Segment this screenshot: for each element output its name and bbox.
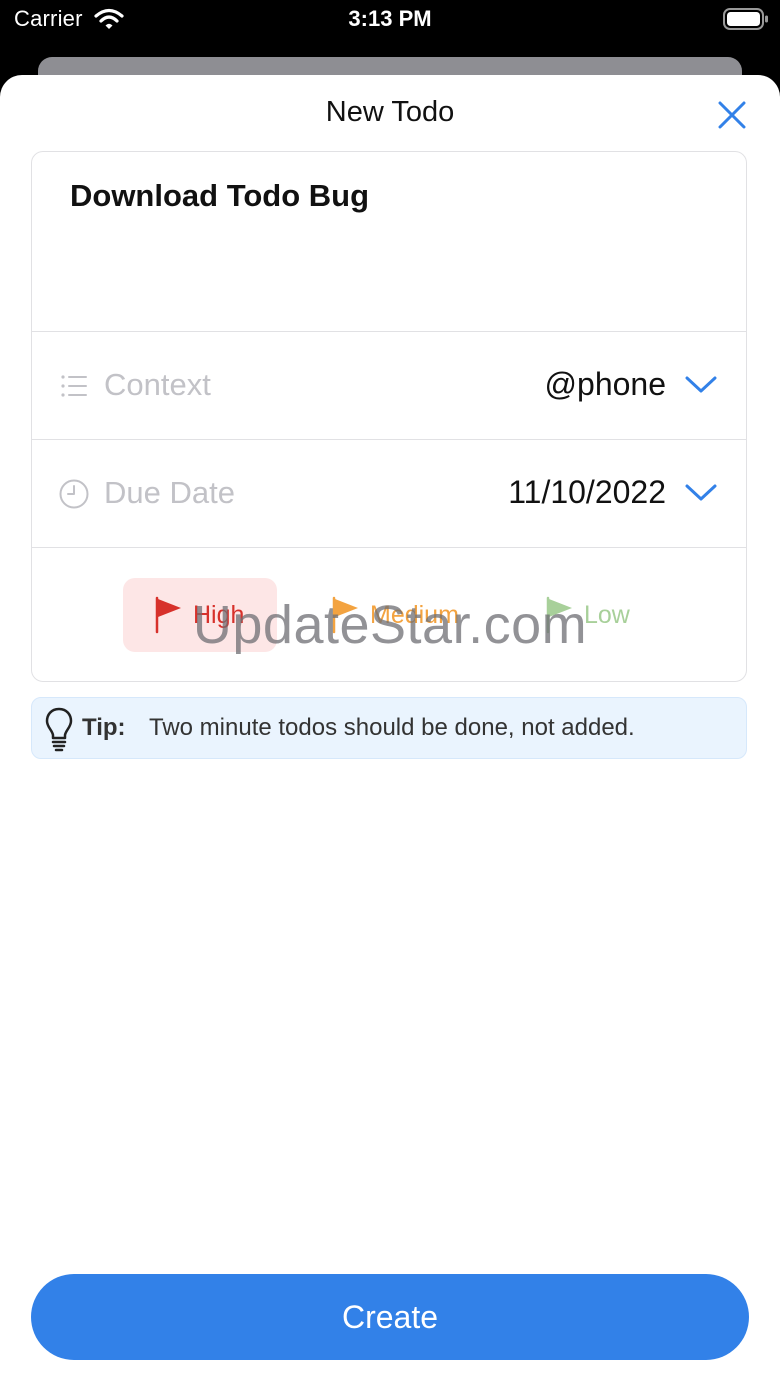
- clock: 3:13 PM: [348, 6, 432, 31]
- due-date-label: Due Date: [104, 475, 235, 510]
- due-date-row[interactable]: Due Date 11/10/2022: [32, 440, 746, 548]
- priority-low-label: Low: [584, 600, 630, 629]
- flag-icon: [546, 596, 572, 634]
- due-date-value: 11/10/2022: [508, 474, 666, 510]
- list-icon: [61, 375, 87, 397]
- chevron-down-icon: [685, 376, 717, 393]
- todo-title-field[interactable]: Download Todo Bug: [32, 152, 746, 332]
- context-row[interactable]: Context @phone: [32, 332, 746, 440]
- priority-high-button[interactable]: High: [123, 578, 277, 652]
- todo-title-text: Download Todo Bug: [70, 178, 370, 213]
- status-bar: Carrier 3:13 PM: [0, 0, 780, 56]
- priority-medium-label: Medium: [370, 600, 459, 629]
- priority-low-button[interactable]: Low: [514, 578, 644, 652]
- tip-banner: Tip: Two minute todos should be done, no…: [31, 697, 747, 759]
- flag-icon: [332, 596, 358, 634]
- priority-medium-button[interactable]: Medium: [300, 578, 472, 652]
- flag-icon: [155, 596, 181, 634]
- tip-label: Tip:: [82, 714, 126, 741]
- battery-icon: [723, 8, 768, 30]
- lightbulb-icon: [45, 707, 73, 752]
- priority-high-label: High: [193, 600, 245, 629]
- context-label: Context: [104, 367, 211, 402]
- chevron-down-icon: [685, 484, 717, 501]
- tip-text: Two minute todos should be done, not add…: [149, 714, 635, 741]
- close-button[interactable]: [712, 97, 752, 133]
- clock-icon: [59, 479, 89, 509]
- context-value: @phone: [544, 366, 666, 402]
- close-icon: [718, 101, 746, 129]
- create-button[interactable]: Create: [31, 1274, 749, 1360]
- todo-form: Download Todo Bug Context @phone Due Dat…: [31, 151, 747, 682]
- sheet-title: New Todo: [325, 96, 455, 128]
- new-todo-sheet: New Todo Download Todo Bug Context @phon…: [0, 75, 780, 1387]
- priority-selector: High Medium Low: [32, 548, 746, 681]
